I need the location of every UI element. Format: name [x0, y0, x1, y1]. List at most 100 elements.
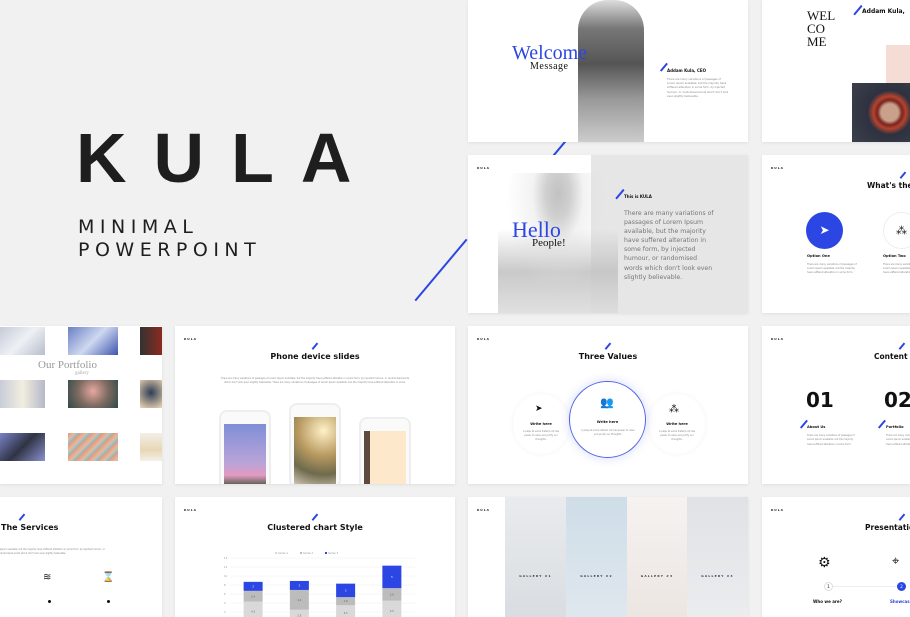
- slide-services[interactable]: The Services Ipsum available, but the ma…: [0, 497, 162, 617]
- y-tick-label: 14: [224, 556, 228, 560]
- logo: KULA: [477, 337, 490, 341]
- y-tick-label: 2: [224, 610, 226, 614]
- phone-mockup: [289, 403, 341, 484]
- legend-swatch: [300, 552, 302, 554]
- bar-segment: [382, 600, 402, 617]
- gallery-image: [140, 433, 162, 461]
- accent-line: [414, 238, 468, 302]
- content-body: There are many variations of passages of…: [886, 434, 910, 446]
- stacked-bar-chart: 02468101214Series 1Series 2Series 34.32.…: [224, 551, 415, 617]
- step-badge-active[interactable]: 2: [897, 582, 906, 591]
- accent-line: [311, 342, 318, 350]
- welcome-stacked-title: WEL CO ME: [807, 9, 835, 48]
- slide-portfolio[interactable]: Our Portfolio gallery: [0, 326, 162, 484]
- logo: KULA: [771, 508, 784, 512]
- legend-label: Series 3: [328, 551, 338, 555]
- option-two-circle[interactable]: ⁂: [883, 212, 910, 249]
- logo: KULA: [771, 337, 784, 341]
- data-label: 2.5: [297, 613, 301, 617]
- accent-line: [898, 342, 905, 350]
- step-connector: [832, 586, 902, 587]
- gallery-label: GALLERY #1: [519, 574, 552, 578]
- pink-panel: [886, 45, 910, 83]
- slide-title: The Services: [1, 523, 59, 532]
- value-body: A peep at some distant orb has power to …: [522, 430, 560, 441]
- paper-plane-icon: ➤: [535, 404, 543, 414]
- logo: KULA: [477, 508, 490, 512]
- y-tick-label: 10: [224, 574, 228, 578]
- slide-hello[interactable]: KULA Hello People! This is KULA There ar…: [468, 155, 748, 313]
- logo: KULA: [771, 166, 784, 170]
- layers-icon: ≋: [43, 572, 52, 583]
- gallery-image: [0, 433, 45, 461]
- slide-three-values[interactable]: KULA Three Values ➤ 👥 ⁂ Write here Write…: [468, 326, 748, 484]
- gallery-panel[interactable]: [627, 497, 687, 617]
- phone-screen: [224, 424, 266, 484]
- gallery-panel[interactable]: [687, 497, 748, 617]
- gallery-label: GALLERY #3: [640, 574, 674, 578]
- ceo-photo: [578, 0, 644, 142]
- hello-heading: This is KULA: [624, 194, 652, 199]
- portfolio-subtitle: gallery: [75, 371, 89, 376]
- value-label: Write here: [530, 422, 552, 426]
- welcome-body: There are many variations of passages of…: [667, 78, 729, 98]
- dot: [48, 600, 51, 603]
- accent-line: [877, 419, 886, 429]
- value-body: A peep at some distant orb has power to …: [658, 430, 696, 441]
- data-label: 4.5: [390, 609, 394, 613]
- accent-line: [899, 171, 906, 179]
- author-name: Addam Kula,: [862, 8, 905, 15]
- gallery-panel[interactable]: [566, 497, 627, 617]
- option-one-body: There are many variations of passages of…: [807, 263, 857, 275]
- content-number: 01: [806, 388, 834, 412]
- hello-body: There are many variations of passages of…: [624, 210, 714, 281]
- slide-presentation[interactable]: KULA Presentation ⚙ ⌖ 1 2 Who we are? Sh…: [762, 497, 910, 617]
- value-label: Write here: [666, 422, 688, 426]
- option-two-label: Option Two: [883, 254, 906, 258]
- logo: KULA: [477, 166, 490, 170]
- y-tick-label: 12: [224, 565, 228, 569]
- portfolio-title: Our Portfolio: [38, 359, 97, 371]
- content-label: Portfolio: [886, 425, 904, 429]
- content-number: 02: [884, 388, 910, 412]
- slide-title: Presentation: [865, 523, 910, 532]
- option-one-circle[interactable]: ➤: [806, 212, 843, 249]
- slide-purpose[interactable]: KULA What's the p ➤ ⁂ Option One Option …: [762, 155, 910, 313]
- slide-welcome[interactable]: Welcome Message Addam Kula, CEO There ar…: [468, 0, 748, 142]
- slide-gallery[interactable]: KULA GALLERY #1 GALLERY #2 GALLERY #3 GA…: [468, 497, 748, 617]
- network-icon: ⁂: [896, 224, 907, 237]
- welcome-subtitle: Message: [530, 61, 569, 72]
- legend-label: Series 2: [303, 551, 313, 555]
- data-label: 1.8: [344, 599, 348, 603]
- content-body: There are many variations of passages of…: [807, 434, 855, 446]
- option-two-body: There are many variations of passages of…: [883, 263, 910, 275]
- step-label: Who we are?: [813, 599, 842, 604]
- bar-segment: [243, 601, 263, 617]
- phone-mockup: [359, 417, 411, 484]
- title-line: ME: [807, 34, 827, 49]
- slide-title: Content Re: [874, 352, 910, 361]
- content-label: About Us: [807, 425, 826, 429]
- step-label-active: Showcas: [890, 599, 910, 604]
- portrait-photo: [852, 83, 910, 142]
- bar-segment: [336, 605, 356, 617]
- y-tick-label: 8: [224, 583, 226, 587]
- gallery-image: [68, 327, 118, 355]
- slide-chart[interactable]: KULA Clustered chart Style 02468101214Se…: [175, 497, 455, 617]
- slide-welcome-alt[interactable]: WEL CO ME Addam Kula,: [762, 0, 910, 142]
- y-tick-label: 6: [224, 592, 226, 596]
- hero-line-2: POWERPOINT: [78, 239, 262, 261]
- slide-title: Phone device slides: [270, 352, 360, 361]
- dot: [107, 600, 110, 603]
- paper-plane-icon: ➤: [819, 223, 830, 237]
- accent-line: [898, 513, 905, 521]
- gallery-panel[interactable]: [505, 497, 566, 617]
- slide-content[interactable]: KULA Content Re 01 02 About Us Portfolio…: [762, 326, 910, 484]
- step-badge[interactable]: 1: [824, 582, 833, 591]
- slide-phone-devices[interactable]: KULA Phone device slides There are many …: [175, 326, 455, 484]
- hello-subtitle: People!: [532, 237, 566, 249]
- slide-body: Ipsum available, but the majority have s…: [0, 548, 105, 556]
- gallery-image: [68, 380, 118, 408]
- slide-body: There are many variations of passages of…: [220, 377, 410, 385]
- gallery-image: [140, 380, 162, 408]
